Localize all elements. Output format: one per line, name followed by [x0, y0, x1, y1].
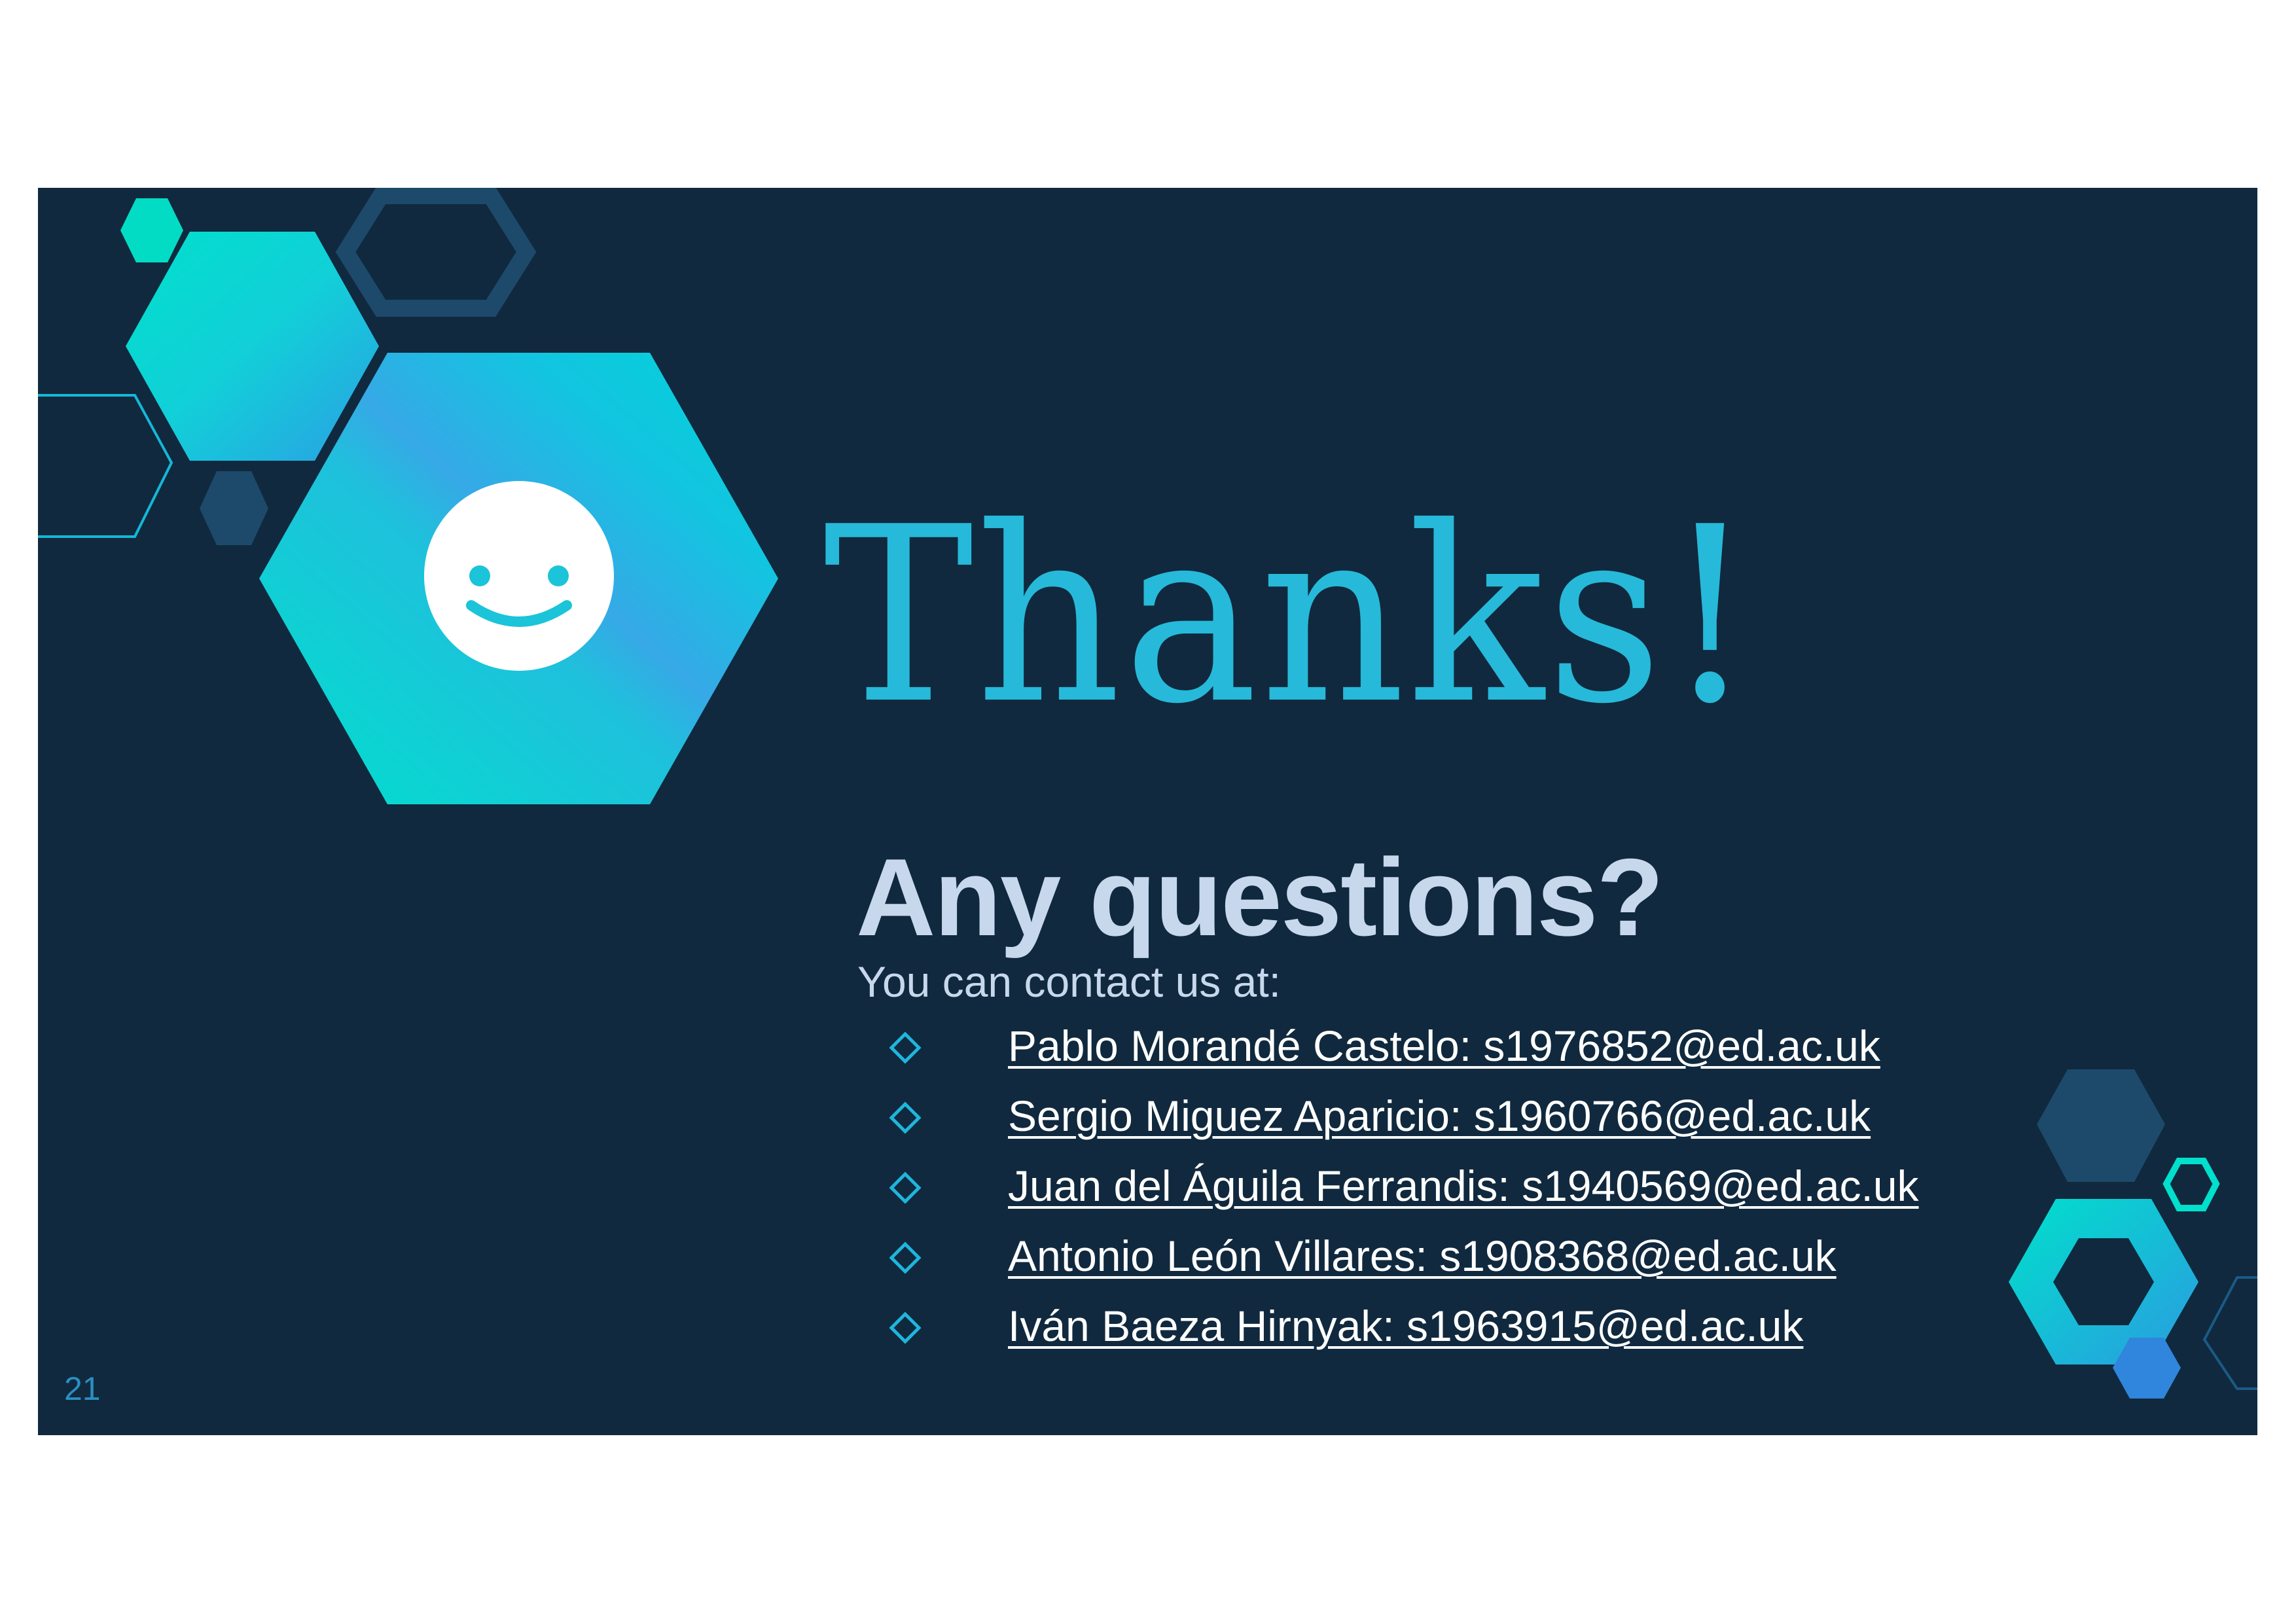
- diamond-outline-icon: [889, 1101, 922, 1134]
- slide-subtitle: Any questions?: [856, 836, 1664, 959]
- small-ring-hexagon-right: [2162, 1158, 2220, 1211]
- diamond-outline-icon: [889, 1311, 922, 1344]
- thin-outline-hexagon-left: [38, 394, 173, 538]
- contact-email-link[interactable]: Pablo Morandé Castelo: s1976852@ed.ac.uk: [1008, 1022, 1880, 1070]
- page-number: 21: [64, 1370, 101, 1407]
- contact-email-link[interactable]: Antonio León Villares: s1908368@ed.ac.uk: [1008, 1232, 1837, 1280]
- mid-gradient-hexagon: [126, 232, 379, 461]
- slide-title: Thanks!: [823, 476, 1758, 757]
- slide: Thanks! Any questions? You can contact u…: [38, 188, 2257, 1435]
- contact-email-link[interactable]: Iván Baeza Hirnyak: s1963915@ed.ac.uk: [1008, 1302, 1803, 1350]
- dark-filled-hexagon-right: [2037, 1069, 2165, 1182]
- diamond-outline-icon: [889, 1031, 922, 1064]
- contact-intro-text: You can contact us at:: [857, 957, 1282, 1006]
- contact-email-link[interactable]: Juan del Águila Ferrandis: s1940569@ed.a…: [1008, 1162, 1919, 1210]
- smiley-face-icon: [424, 481, 614, 671]
- diamond-outline-icon: [889, 1171, 922, 1204]
- diamond-outline-icon: [889, 1241, 922, 1274]
- contact-email-link[interactable]: Sergio Miguez Aparicio: s1960766@ed.ac.u…: [1008, 1092, 1871, 1140]
- small-dark-hexagon: [200, 471, 268, 545]
- small-teal-hexagon: [120, 198, 183, 262]
- dark-outline-hexagon: [335, 188, 537, 317]
- thin-outline-hexagon-right: [2202, 1276, 2257, 1390]
